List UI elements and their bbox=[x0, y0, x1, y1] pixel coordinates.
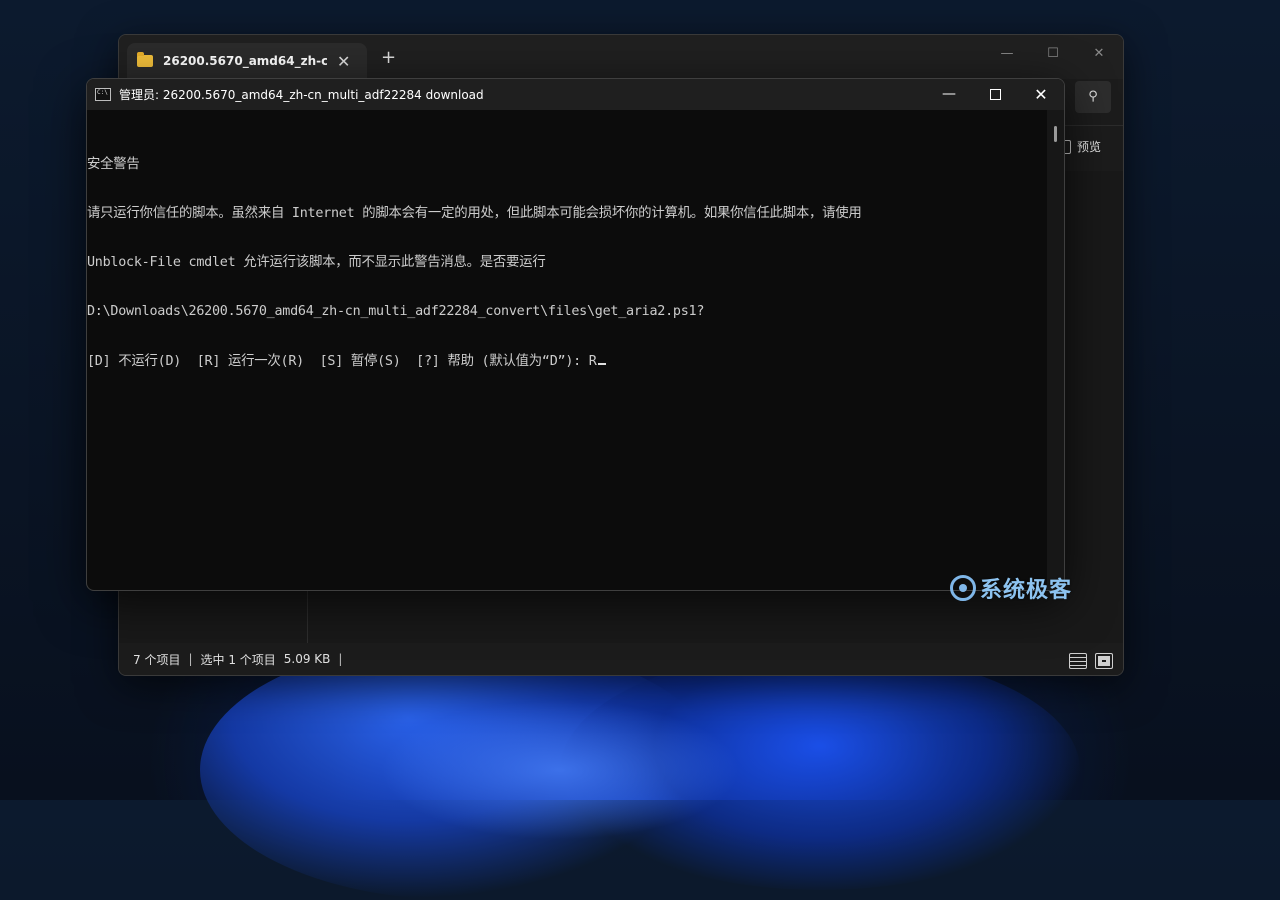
explorer-titlebar: 26200.5670_amd64_zh-cn_mul ✕ + — ☐ ✕ bbox=[119, 35, 1123, 79]
large-icons-view-icon[interactable] bbox=[1095, 653, 1113, 669]
maximize-icon bbox=[989, 88, 1001, 100]
tab-close-icon[interactable]: ✕ bbox=[337, 52, 350, 71]
search-button[interactable]: ⚲ bbox=[1075, 81, 1111, 113]
selected-size: 5.09 KB bbox=[283, 652, 331, 666]
search-icon: ⚲ bbox=[1088, 89, 1098, 104]
selected-count: 选中 1 个项目 bbox=[200, 652, 276, 667]
console-minimize-button[interactable]: — bbox=[926, 79, 972, 110]
preview-button[interactable]: 预览 bbox=[1060, 138, 1101, 155]
wallpaper-swirl bbox=[380, 700, 740, 840]
console-window: 管理员: 26200.5670_amd64_zh-cn_multi_adf222… bbox=[86, 78, 1065, 591]
console-close-button[interactable]: ✕ bbox=[1018, 79, 1064, 110]
status-bar: 7 个项目 | 选中 1 个项目 5.09 KB | bbox=[119, 643, 1123, 675]
console-titlebar: 管理员: 26200.5670_amd64_zh-cn_multi_adf222… bbox=[87, 79, 1064, 110]
wallpaper-swirl bbox=[560, 650, 1080, 890]
watermark-text: 系统极客 bbox=[980, 578, 1073, 603]
item-count: 7 个项目 bbox=[133, 652, 181, 667]
watermark-logo-icon bbox=[950, 575, 976, 601]
watermark: 系统极客 bbox=[950, 572, 1072, 604]
new-tab-button[interactable]: + bbox=[381, 47, 396, 68]
console-prompt-text: [D] 不运行(D) [R] 运行一次(R) [S] 暂停(S) [?] 帮助 … bbox=[87, 353, 597, 369]
console-maximize-button[interactable] bbox=[972, 79, 1018, 110]
console-prompt-line[interactable]: [D] 不运行(D) [R] 运行一次(R) [S] 暂停(S) [?] 帮助 … bbox=[87, 354, 1046, 370]
explorer-minimize-button[interactable]: — bbox=[987, 41, 1027, 67]
explorer-close-button[interactable]: ✕ bbox=[1079, 41, 1119, 67]
console-scrollbar[interactable] bbox=[1047, 110, 1064, 590]
text-cursor bbox=[597, 362, 606, 365]
console-title: 管理员: 26200.5670_amd64_zh-cn_multi_adf222… bbox=[119, 88, 484, 102]
wallpaper-swirl bbox=[200, 640, 720, 900]
explorer-tab[interactable]: 26200.5670_amd64_zh-cn_mul ✕ bbox=[127, 43, 367, 79]
explorer-maximize-button[interactable]: ☐ bbox=[1033, 41, 1073, 67]
console-output[interactable]: 安全警告 请只运行你信任的脚本。虽然来自 Internet 的脚本会有一定的用处… bbox=[87, 124, 1046, 590]
cmd-icon bbox=[95, 88, 111, 101]
console-line: Unblock-File cmdlet 允许运行该脚本，而不显示此警告消息。是否… bbox=[87, 255, 546, 271]
status-separator: | bbox=[338, 652, 343, 666]
preview-label: 预览 bbox=[1076, 140, 1101, 154]
console-line: 请只运行你信任的脚本。虽然来自 Internet 的脚本会有一定的用处，但此脚本… bbox=[87, 206, 862, 222]
console-line: 安全警告 bbox=[87, 156, 140, 172]
console-line: D:\Downloads\26200.5670_amd64_zh-cn_mult… bbox=[87, 304, 705, 320]
details-view-icon[interactable] bbox=[1069, 653, 1087, 669]
scrollbar-thumb[interactable] bbox=[1054, 126, 1057, 142]
explorer-tab-label: 26200.5670_amd64_zh-cn_mul bbox=[163, 54, 327, 68]
folder-icon bbox=[137, 52, 153, 67]
